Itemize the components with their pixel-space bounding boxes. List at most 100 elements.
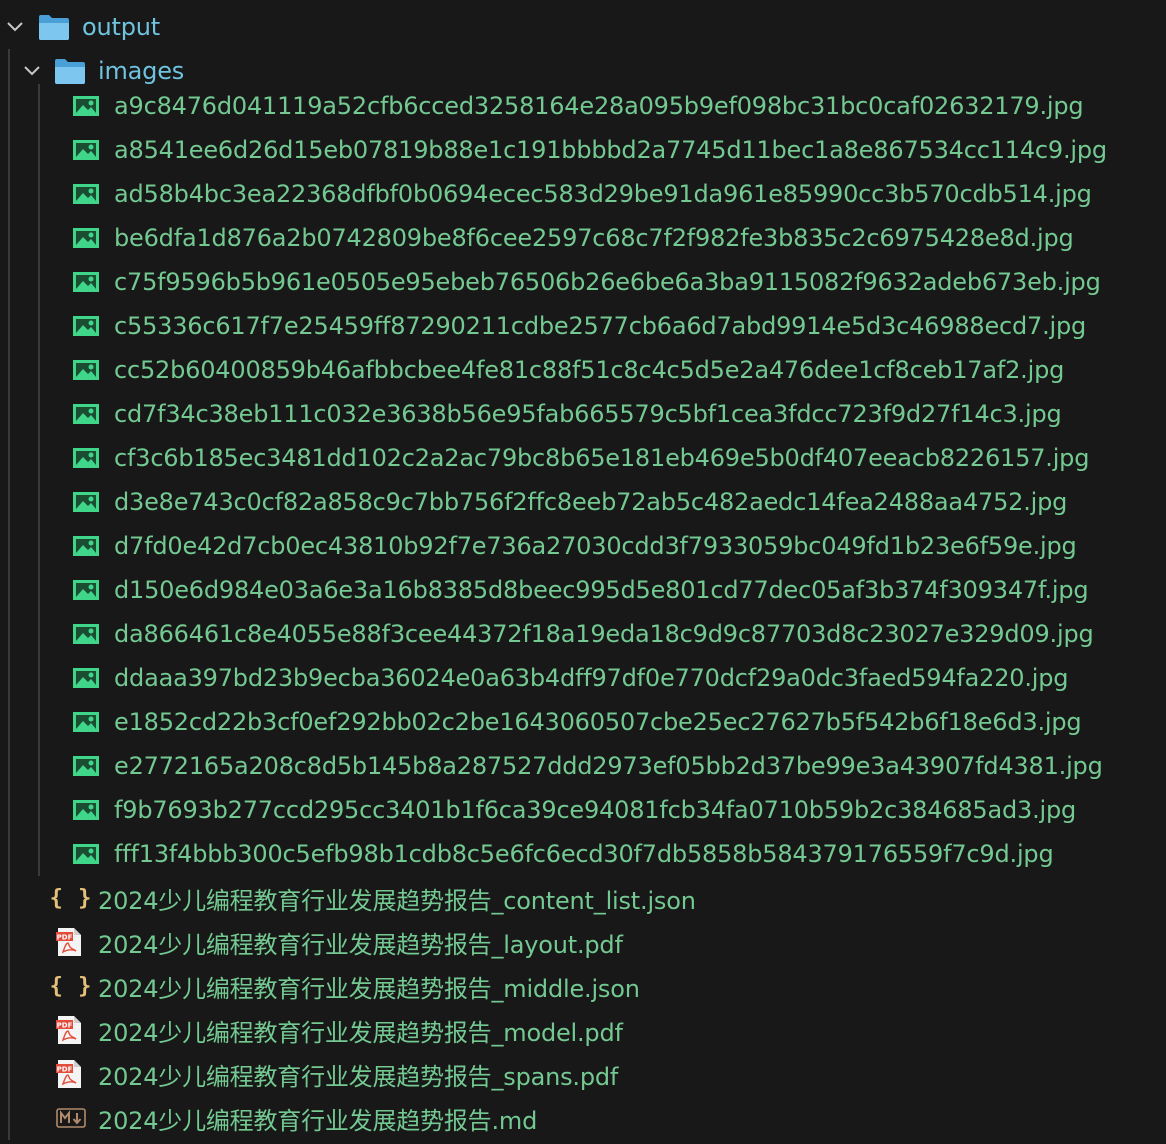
file-row-image[interactable]: a8541ee6d26d15eb07819b88e1c191bbbbd2a774… (0, 128, 1166, 172)
indent-guide (8, 1096, 10, 1140)
file-row-image[interactable]: e1852cd22b3cf0ef292bb02c2be1643060507cbe… (0, 700, 1166, 744)
file-name: 2024少儿编程教育行业发展趋势报告.md (98, 1106, 538, 1135)
file-name: e2772165a208c8d5b145b8a287527ddd2973ef05… (114, 752, 1103, 780)
image-file-icon (72, 447, 100, 469)
indent-guide (38, 216, 40, 260)
file-name: f9b7693b277ccd295cc3401b1f6ca39ce94081fc… (114, 796, 1077, 824)
indent-guide (8, 1008, 10, 1052)
chevron-down-icon[interactable] (22, 61, 42, 81)
pdf-file-icon: PDF (56, 927, 82, 957)
folder-name: images (98, 57, 185, 85)
image-file-icon (72, 359, 100, 381)
markdown-file-icon (56, 1108, 86, 1128)
indent-guide (8, 964, 10, 1008)
image-file-icon (72, 139, 100, 161)
indent-guide (38, 260, 40, 304)
file-row-output[interactable]: PDF 2024少儿编程教育行业发展趋势报告_spans.pdf (0, 1052, 1166, 1096)
indent-guide (8, 304, 10, 348)
file-row-image[interactable]: da866461c8e4055e88f3cee44372f18a19eda18c… (0, 612, 1166, 656)
file-name: cd7f34c38eb111c032e3638b56e95fab665579c5… (114, 400, 1062, 428)
image-file-icon (72, 315, 100, 337)
file-row-image[interactable]: d7fd0e42d7cb0ec43810b92f7e736a27030cdd3f… (0, 524, 1166, 568)
indent-guide (8, 788, 10, 832)
image-file-icon (72, 535, 100, 557)
file-row-image[interactable]: f9b7693b277ccd295cc3401b1f6ca39ce94081fc… (0, 788, 1166, 832)
file-name: cc52b60400859b46afbbcbee4fe81c88f51c8c4c… (114, 356, 1065, 384)
folder-icon (54, 55, 86, 87)
file-row-image[interactable]: fff13f4bbb300c5efb98b1cdb8c5e6fc6ecd30f7… (0, 832, 1166, 876)
image-file-icon (72, 227, 100, 249)
indent-guide (38, 788, 40, 832)
json-file-icon: { } (49, 885, 93, 911)
file-name: ddaaa397bd23b9ecba36024e0a63b4dff97df0e7… (114, 664, 1069, 692)
indent-guide (38, 568, 40, 612)
file-name: c75f9596b5b961e0505e95ebeb76506b26e6be6a… (114, 268, 1101, 296)
file-name: e1852cd22b3cf0ef292bb02c2be1643060507cbe… (114, 708, 1082, 736)
file-name: 2024少儿编程教育行业发展趋势报告_middle.json (98, 974, 640, 1003)
indent-guide (8, 920, 10, 964)
chevron-down-icon[interactable] (5, 17, 25, 37)
svg-text:PDF: PDF (57, 934, 73, 942)
file-name: cf3c6b185ec3481dd102c2a2ac79bc8b65e181eb… (114, 444, 1090, 472)
file-name: d3e8e743c0cf82a858c9c7bb756f2ffc8eeb72ab… (114, 488, 1068, 516)
indent-guide (8, 392, 10, 436)
indent-guide (38, 744, 40, 788)
image-file-icon (72, 799, 100, 821)
indent-guide (8, 656, 10, 700)
indent-guide (8, 260, 10, 304)
image-file-icon (72, 271, 100, 293)
pdf-file-icon: PDF (56, 1059, 82, 1089)
file-name: 2024少儿编程教育行业发展趋势报告_model.pdf (98, 1018, 623, 1047)
file-row-output[interactable]: 2024少儿编程教育行业发展趋势报告.md (0, 1096, 1166, 1140)
image-file-icon (72, 667, 100, 689)
file-row-image[interactable]: ddaaa397bd23b9ecba36024e0a63b4dff97df0e7… (0, 656, 1166, 700)
indent-guide (38, 172, 40, 216)
file-row-image[interactable]: cf3c6b185ec3481dd102c2a2ac79bc8b65e181eb… (0, 436, 1166, 480)
indent-guide (8, 524, 10, 568)
indent-guide (38, 524, 40, 568)
file-row-image[interactable]: c75f9596b5b961e0505e95ebeb76506b26e6be6a… (0, 260, 1166, 304)
file-name: 2024少儿编程教育行业发展趋势报告_content_list.json (98, 886, 696, 915)
indent-guide (8, 1052, 10, 1096)
file-row-image[interactable]: c55336c617f7e25459ff87290211cdbe2577cb6a… (0, 304, 1166, 348)
indent-guide (8, 436, 10, 480)
file-row-image[interactable]: d3e8e743c0cf82a858c9c7bb756f2ffc8eeb72ab… (0, 480, 1166, 524)
file-row-image[interactable]: e2772165a208c8d5b145b8a287527ddd2973ef05… (0, 744, 1166, 788)
indent-guide (38, 436, 40, 480)
image-file-icon (72, 183, 100, 205)
folder-row-output[interactable]: output (0, 5, 1166, 49)
file-row-output[interactable]: { } 2024少儿编程教育行业发展趋势报告_content_list.json (0, 876, 1166, 920)
image-file-icon (72, 755, 100, 777)
file-name: 2024少儿编程教育行业发展趋势报告_layout.pdf (98, 930, 623, 959)
indent-guide (38, 656, 40, 700)
image-file-icon (72, 491, 100, 513)
indent-guide (8, 480, 10, 524)
file-row-output[interactable]: PDF 2024少儿编程教育行业发展趋势报告_model.pdf (0, 1008, 1166, 1052)
file-name: c55336c617f7e25459ff87290211cdbe2577cb6a… (114, 312, 1087, 340)
file-row-output[interactable]: PDF 2024少儿编程教育行业发展趋势报告_layout.pdf (0, 920, 1166, 964)
file-row-image[interactable]: cc52b60400859b46afbbcbee4fe81c88f51c8c4c… (0, 348, 1166, 392)
json-file-icon: { } (49, 973, 93, 999)
file-row-image[interactable]: be6dfa1d876a2b0742809be8f6cee2597c68c7f2… (0, 216, 1166, 260)
indent-guide (8, 128, 10, 172)
image-file-icon (72, 623, 100, 645)
indent-guide (38, 84, 40, 128)
file-row-image[interactable]: a9c8476d041119a52cfb6cced3258164e28a095b… (0, 84, 1166, 128)
image-file-icon (72, 579, 100, 601)
file-row-image[interactable]: cd7f34c38eb111c032e3638b56e95fab665579c5… (0, 392, 1166, 436)
file-row-image[interactable]: d150e6d984e03a6e3a16b8385d8beec995d5e801… (0, 568, 1166, 612)
indent-guide (38, 128, 40, 172)
indent-guide (38, 392, 40, 436)
file-name: da866461c8e4055e88f3cee44372f18a19eda18c… (114, 620, 1094, 648)
file-row-output[interactable]: { } 2024少儿编程教育行业发展趋势报告_middle.json (0, 964, 1166, 1008)
indent-guide (8, 876, 10, 920)
file-row-image[interactable]: ad58b4bc3ea22368dfbf0b0694ecec583d29be91… (0, 172, 1166, 216)
folder-icon (38, 11, 70, 43)
file-name: d150e6d984e03a6e3a16b8385d8beec995d5e801… (114, 576, 1089, 604)
image-file-icon (72, 403, 100, 425)
indent-guide (8, 700, 10, 744)
indent-guide (38, 832, 40, 876)
image-file-icon (72, 843, 100, 865)
indent-guide (8, 568, 10, 612)
svg-text:PDF: PDF (57, 1066, 73, 1074)
